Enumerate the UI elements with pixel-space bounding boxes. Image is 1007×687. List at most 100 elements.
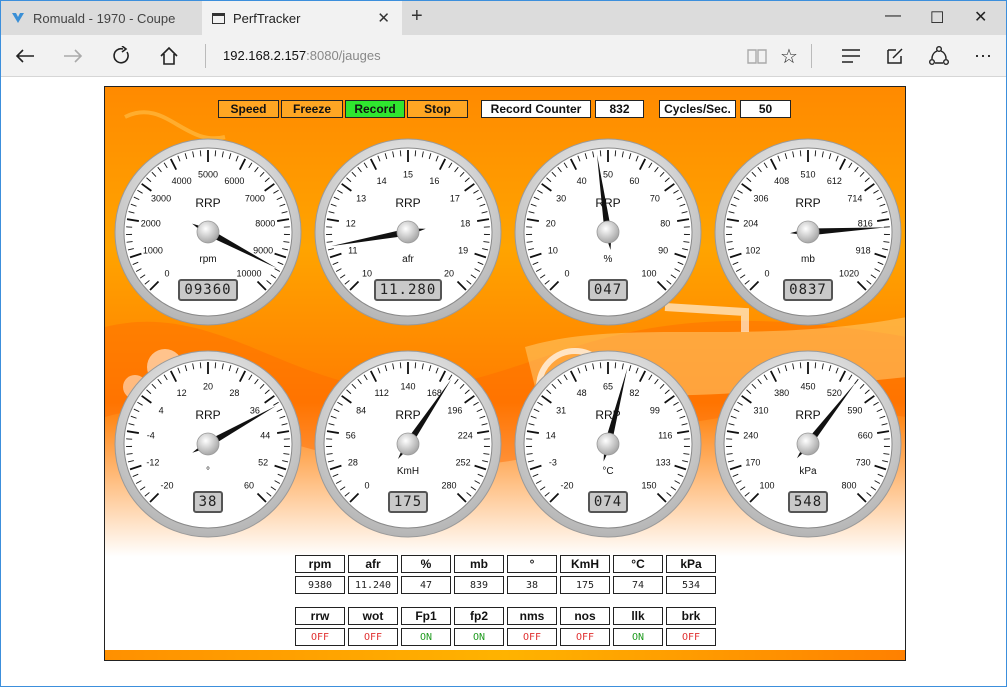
bottom-strip [105, 650, 905, 660]
gauge-lcd-value: 074 [587, 491, 629, 513]
tick-label: 48 [577, 388, 587, 398]
tick-label: 1020 [839, 269, 859, 279]
close-window-icon[interactable]: ✕ [974, 7, 987, 27]
address-host: 192.168.2.157 [223, 48, 307, 63]
gauge-brand-label: RRP [795, 196, 820, 210]
minor-tick [214, 150, 217, 157]
table-header-cell: mb [454, 555, 504, 573]
gauge-KmH-5: 0 28 56 84 112 140 168 196 224 252 280 RRP KmH 175 [313, 349, 503, 539]
minor-tick [814, 362, 817, 369]
tick-label: 0 [364, 481, 369, 491]
tick-label: 14 [377, 176, 387, 186]
tick-label: 36 [250, 405, 260, 415]
minor-tick [799, 150, 802, 157]
tick-label: 816 [858, 218, 873, 228]
tick-label: 4 [159, 405, 164, 415]
more-icon[interactable]: ⋯ [971, 44, 995, 68]
close-tab-icon[interactable]: ✕ [377, 9, 390, 27]
stop-button[interactable]: Stop [407, 100, 468, 118]
hub-icon[interactable] [839, 44, 863, 68]
page-icon [212, 12, 225, 24]
tick-label: 0 [164, 269, 169, 279]
tab-romuald[interactable]: Romuald - 1970 - Coupe - O [1, 1, 201, 35]
minor-tick [614, 150, 617, 157]
gauge-hub [396, 432, 420, 456]
tick-label: 15 [403, 170, 413, 180]
table-value-cell: 11.240 [348, 576, 398, 594]
share-icon[interactable] [927, 44, 951, 68]
address-bar[interactable]: 192.168.2.157:8080/jauges [223, 48, 381, 63]
tick-label: 224 [458, 430, 473, 440]
table-value-cell: ON [613, 628, 663, 646]
tab-perftracker[interactable]: PerfTracker ✕ [202, 1, 402, 35]
favorite-star-icon[interactable]: ☆ [777, 44, 801, 68]
table-value-cell: OFF [560, 628, 610, 646]
minor-tick [199, 150, 202, 157]
table-header-cell: brk [666, 607, 716, 625]
tick-label: -4 [147, 430, 155, 440]
new-tab-icon[interactable]: + [411, 5, 423, 28]
tick-label: 70 [650, 193, 660, 203]
tick-label: -12 [146, 457, 159, 467]
speed-button[interactable]: Speed [218, 100, 279, 118]
record-button[interactable]: Record [345, 100, 405, 118]
gauge-brand-label: RRP [595, 196, 620, 210]
tick-label: 590 [847, 405, 862, 415]
tick-label: 4000 [172, 176, 192, 186]
table-header-cell: llk [613, 607, 663, 625]
tick-label: 13 [356, 193, 366, 203]
home-icon[interactable] [157, 44, 181, 68]
tick-label: 60 [629, 176, 639, 186]
back-icon[interactable] [13, 44, 37, 68]
tick-label: 170 [745, 457, 760, 467]
table-header-cell: nos [560, 607, 610, 625]
cycles-label: Cycles/Sec. [659, 100, 736, 118]
reading-view-icon[interactable] [745, 44, 769, 68]
tick-label: 2000 [141, 218, 161, 228]
gauge-unit-label: mb [801, 254, 815, 265]
tick-label: 8000 [255, 218, 275, 228]
gauge-lcd-display: 11.280 [313, 279, 503, 301]
table-value-cell: OFF [295, 628, 345, 646]
gauge-lcd-display: 09360 [113, 279, 303, 301]
record-counter-value: 832 [595, 100, 644, 118]
tick-label: 82 [629, 388, 639, 398]
tick-label: 140 [400, 382, 415, 392]
table-value-cell: OFF [348, 628, 398, 646]
tick-label: 65 [603, 382, 613, 392]
tick-label: -20 [160, 481, 173, 491]
tick-label: 19 [458, 245, 468, 255]
minimize-icon[interactable]: — [885, 7, 901, 25]
maximize-icon[interactable]: ☐ [930, 8, 944, 28]
forward-icon[interactable] [61, 44, 85, 68]
table-header-cell: ° [507, 555, 557, 573]
dashboard: Speed Freeze Record Stop Record Counter … [104, 86, 906, 661]
freeze-button[interactable]: Freeze [281, 100, 343, 118]
tick-label: 18 [460, 218, 470, 228]
gauge-lcd-display: 548 [713, 491, 903, 513]
web-note-icon[interactable] [883, 44, 907, 68]
table-header-cell: rpm [295, 555, 345, 573]
gauge-brand-label: RRP [395, 196, 420, 210]
tick-label: 84 [356, 405, 366, 415]
tick-label: 7000 [245, 193, 265, 203]
table-value-cell: ON [401, 628, 451, 646]
minor-tick [399, 150, 402, 157]
table-value-cell: 839 [454, 576, 504, 594]
tick-label: 510 [800, 170, 815, 180]
tick-label: 14 [546, 430, 556, 440]
tick-label: 102 [745, 245, 760, 255]
tick-label: 44 [260, 430, 270, 440]
navigation-bar: 192.168.2.157:8080/jauges ☆ ⋯ [1, 35, 1006, 77]
table-header-cell: nms [507, 607, 557, 625]
tick-label: 918 [856, 245, 871, 255]
gauge-lcd-display: 0837 [713, 279, 903, 301]
refresh-icon[interactable] [109, 44, 133, 68]
tick-label: 450 [800, 382, 815, 392]
tick-label: 52 [258, 457, 268, 467]
tick-label: 150 [641, 481, 656, 491]
table-header-cell: fp2 [454, 607, 504, 625]
gauge-%-2: 0 10 20 30 40 50 60 70 80 90 100 RRP% 047 [513, 137, 703, 327]
tick-label: 520 [827, 388, 842, 398]
minor-tick [414, 362, 417, 369]
